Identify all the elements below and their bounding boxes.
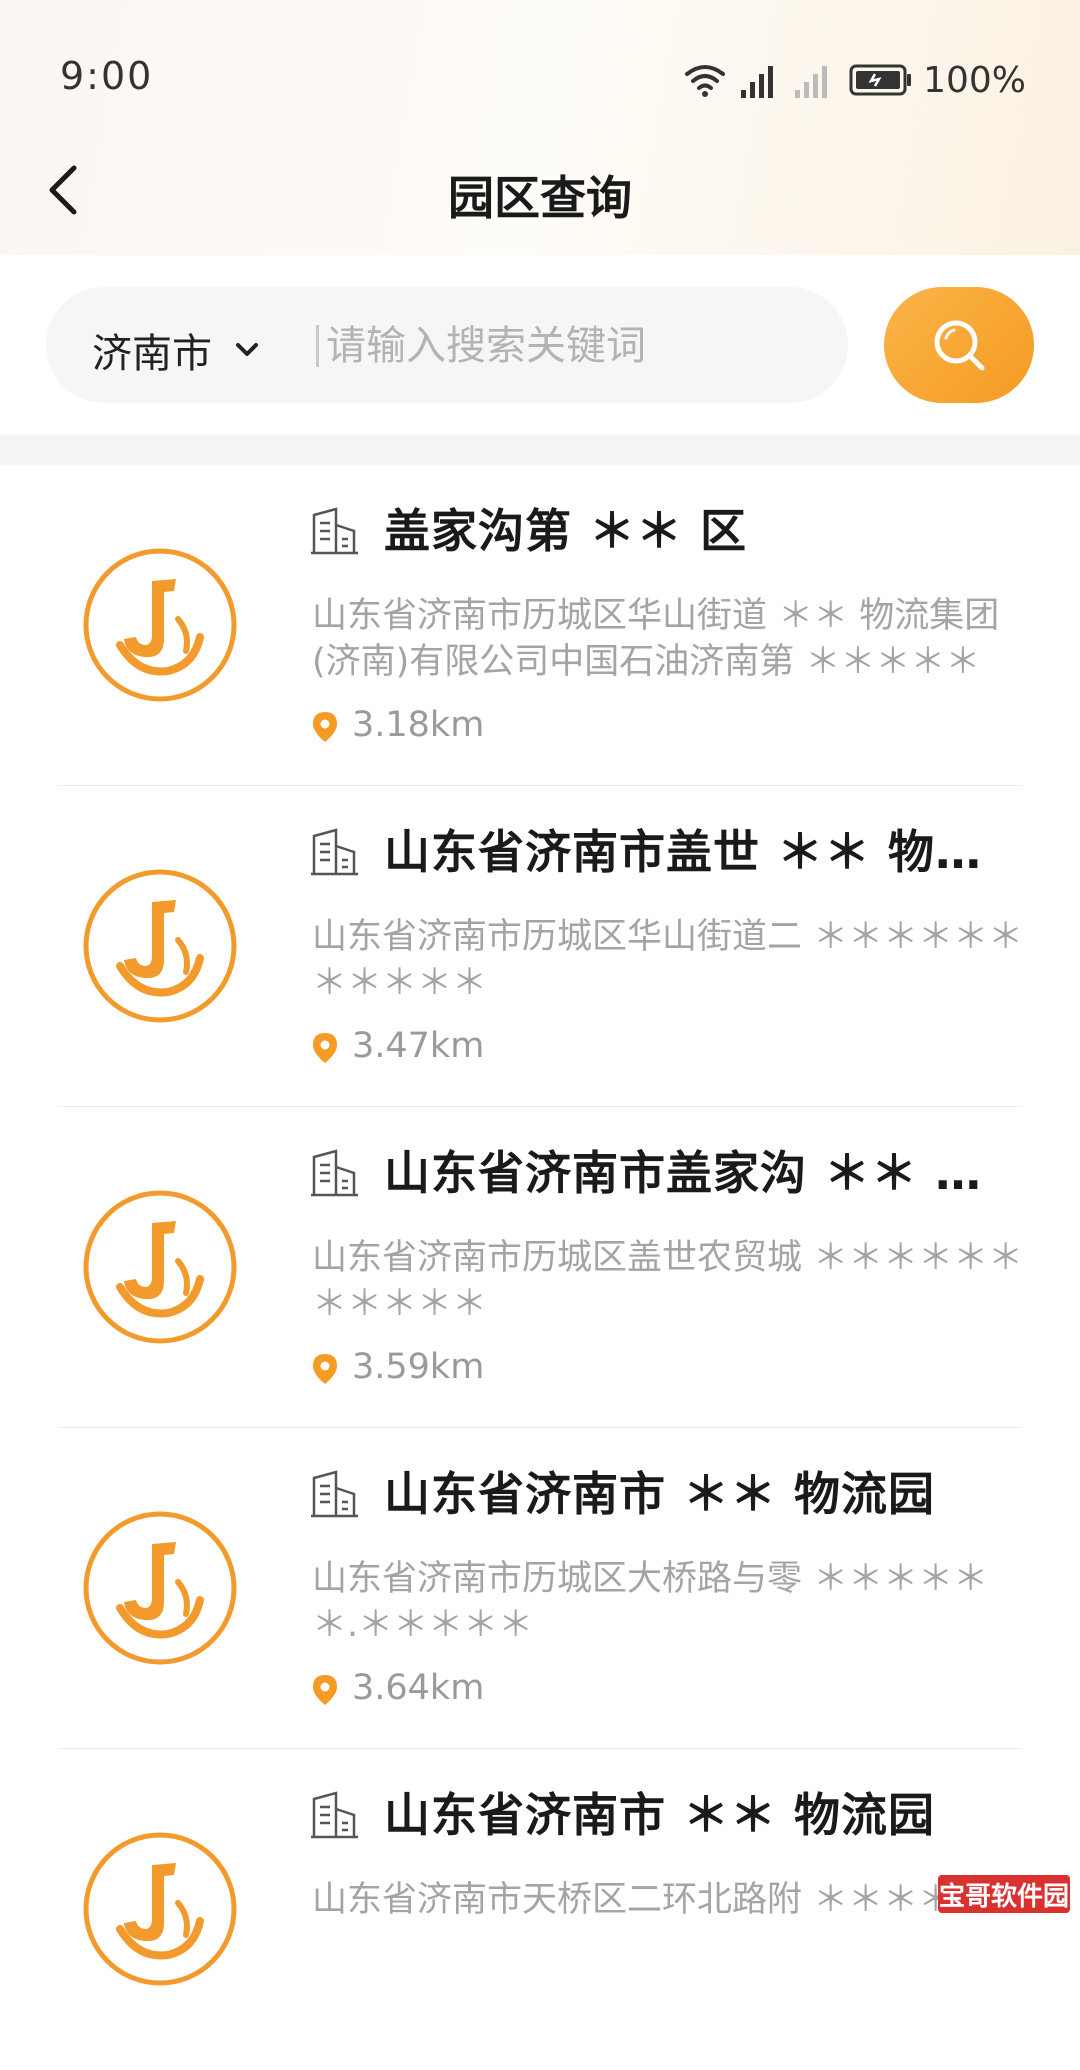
signal-icon	[741, 66, 774, 98]
wifi-icon	[685, 65, 726, 97]
company-logo	[83, 1832, 237, 1986]
park-distance: 3.47km	[352, 1026, 485, 1066]
park-distance: 3.18km	[352, 705, 485, 745]
park-address: 山东省济南市历城区大桥路与零 ＊＊＊＊＊＊.＊＊＊＊＊	[312, 1559, 989, 1645]
building-icon	[311, 828, 358, 876]
location-pin-icon	[313, 1354, 337, 1384]
location-pin-icon	[313, 1675, 337, 1705]
park-address: 山东省济南市天桥区二环北路附 ＊＊＊＊＊	[312, 1880, 989, 1920]
building-icon	[311, 507, 358, 555]
company-logo	[83, 1511, 237, 1665]
watermark: 宝哥软件园	[938, 1875, 1070, 1913]
list-item[interactable]: 山东省济南市盖家沟 ＊＊ 市场 山东省济南市历城区盖世农贸城 ＊＊＊＊＊＊＊＊＊…	[0, 1107, 1080, 1428]
status-icons: 100%	[669, 56, 1026, 104]
list-item[interactable]: 盖家沟第 ＊＊ 区 山东省济南市历城区华山街道 ＊＊ 物流集团(济南)有限公司中…	[0, 465, 1080, 786]
status-time: 9:00	[60, 54, 154, 98]
park-address: 山东省济南市历城区盖世农贸城 ＊＊＊＊＊＊＊＊＊＊＊	[312, 1238, 1024, 1324]
battery-level: 100%	[923, 59, 1026, 101]
park-name: 山东省济南市盖家沟 ＊＊ 市场	[384, 1146, 1024, 1200]
search-box: 济南市	[46, 287, 848, 403]
park-distance: 3.59km	[352, 1347, 485, 1387]
page-title: 园区查询	[448, 171, 632, 225]
park-name: 山东省济南市 ＊＊ 物流园	[384, 1467, 936, 1521]
search-input[interactable]	[324, 311, 828, 381]
park-distance: 3.64km	[352, 1668, 485, 1708]
park-address: 山东省济南市历城区华山街道二 ＊＊＊＊＊＊＊＊＊＊＊	[312, 917, 1024, 1003]
park-list: 盖家沟第 ＊＊ 区 山东省济南市历城区华山街道 ＊＊ 物流集团(济南)有限公司中…	[0, 465, 1080, 2070]
title-bar: 园区查询	[0, 150, 1080, 230]
chevron-down-icon	[236, 343, 258, 356]
company-logo	[83, 548, 237, 702]
location-pin-icon	[313, 1033, 337, 1063]
city-dropdown[interactable]: 济南市	[92, 321, 262, 379]
city-label: 济南市	[92, 331, 212, 377]
search-button[interactable]	[884, 287, 1034, 403]
park-name: 盖家沟第 ＊＊ 区	[384, 504, 748, 558]
list-item[interactable]: 山东省济南市 ＊＊ 物流园 山东省济南市天桥区二环北路附 ＊＊＊＊＊	[0, 1749, 1080, 2070]
park-address: 山东省济南市历城区华山街道 ＊＊ 物流集团(济南)有限公司中国石油济南第 ＊＊＊…	[312, 596, 1000, 682]
location-pin-icon	[313, 712, 337, 742]
company-logo	[83, 869, 237, 1023]
company-logo	[83, 1190, 237, 1344]
search-icon	[934, 320, 985, 371]
signal-icon-secondary	[795, 66, 828, 98]
list-item[interactable]: 山东省济南市 ＊＊ 物流园 山东省济南市历城区大桥路与零 ＊＊＊＊＊＊.＊＊＊＊…	[0, 1428, 1080, 1749]
text-cursor	[316, 325, 319, 367]
building-icon	[311, 1791, 358, 1839]
battery-icon	[849, 64, 912, 96]
search-area: 济南市	[0, 255, 1080, 435]
building-icon	[311, 1470, 358, 1518]
status-bar: 9:00 100%	[0, 0, 1080, 160]
park-name: 山东省济南市盖世 ＊＊ 物流…	[384, 825, 1024, 879]
park-name: 山东省济南市 ＊＊ 物流园	[384, 1788, 936, 1842]
section-divider	[0, 435, 1080, 465]
list-item[interactable]: 山东省济南市盖世 ＊＊ 物流… 山东省济南市历城区华山街道二 ＊＊＊＊＊＊＊＊＊…	[0, 786, 1080, 1107]
building-icon	[311, 1149, 358, 1197]
